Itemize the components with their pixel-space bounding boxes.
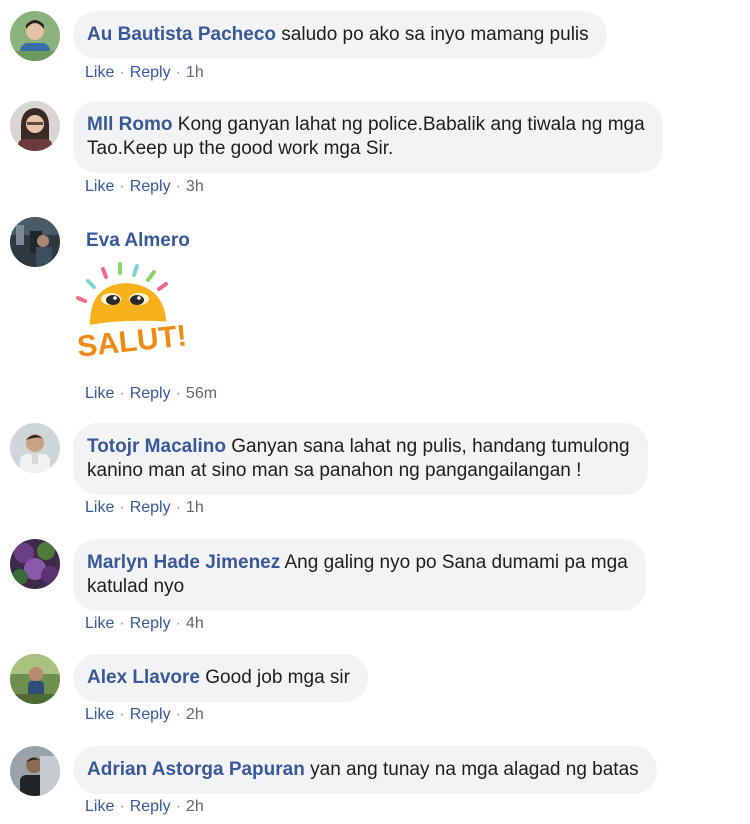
comment-text-line-1: Ganyan sana lahat ng pulis, handang tumu… [231, 436, 630, 457]
avatar[interactable] [10, 539, 60, 589]
like-button[interactable]: Like [85, 385, 114, 402]
avatar[interactable] [10, 654, 60, 704]
reply-button[interactable]: Reply [130, 615, 171, 632]
separator: · [175, 798, 181, 815]
commenter-name[interactable]: Marlyn Hade Jimenez [87, 552, 280, 573]
comment-text-line-2: kanino man at sino man sa panahon ng pan… [87, 460, 582, 481]
reply-button[interactable]: Reply [130, 798, 171, 815]
like-button[interactable]: Like [85, 64, 114, 81]
reply-button[interactable]: Reply [130, 178, 171, 195]
comment-bubble: Adrian Astorga Papuran yan ang tunay na … [73, 746, 657, 794]
commenter-name[interactable]: Au Bautista Pacheco [87, 24, 276, 45]
like-button[interactable]: Like [85, 798, 114, 815]
comment-time[interactable]: 4h [186, 615, 204, 632]
commenter-name[interactable]: Adrian Astorga Papuran [87, 759, 305, 780]
comment-text-line-2: Tao.Keep up the good work mga Sir. [87, 138, 394, 159]
like-button[interactable]: Like [85, 615, 114, 632]
separator: · [119, 798, 125, 815]
comment-actions: Like · Reply · 2h [85, 705, 204, 725]
separator: · [175, 499, 181, 516]
like-button[interactable]: Like [85, 178, 114, 195]
comment-text: yan ang tunay na mga alagad ng batas [310, 759, 639, 780]
comment-bubble: Totojr Macalino Ganyan sana lahat ng pul… [73, 423, 648, 495]
reply-button[interactable]: Reply [130, 706, 171, 723]
comment-bubble: Mll Romo Kong ganyan lahat ng police.Bab… [73, 101, 663, 173]
comment-text-line-2: katulad nyo [87, 576, 185, 597]
sticker[interactable]: SALUT! [76, 261, 192, 373]
comment-bubble: Marlyn Hade Jimenez Ang galing nyo po Sa… [73, 539, 646, 611]
comment-time[interactable]: 2h [186, 798, 204, 815]
comment-text-line-1: Ang galing nyo po Sana dumami pa mga [284, 552, 628, 573]
avatar[interactable] [10, 101, 60, 151]
like-button[interactable]: Like [85, 499, 114, 516]
separator: · [119, 178, 125, 195]
comment-actions: Like · Reply · 2h [85, 797, 204, 817]
like-button[interactable]: Like [85, 706, 114, 723]
reply-button[interactable]: Reply [130, 499, 171, 516]
commenter-name[interactable]: Mll Romo [87, 114, 173, 135]
comment-time[interactable]: 2h [186, 706, 204, 723]
commenter-name[interactable]: Alex Llavore [87, 667, 200, 688]
separator: · [175, 64, 181, 81]
comment-time[interactable]: 1h [186, 499, 204, 516]
comment-text-line-1: Kong ganyan lahat ng police.Babalik ang … [177, 114, 645, 135]
separator: · [119, 64, 125, 81]
comment-bubble: Au Bautista Pacheco saludo po ako sa iny… [73, 11, 607, 59]
separator: · [175, 706, 181, 723]
separator: · [175, 178, 181, 195]
commenter-name-plain: Eva Almero [86, 229, 190, 253]
separator: · [119, 706, 125, 723]
comment-actions: Like · Reply · 1h [85, 498, 204, 518]
separator: · [119, 499, 125, 516]
separator: · [175, 615, 181, 632]
avatar[interactable] [10, 11, 60, 61]
comment-actions: Like · Reply · 4h [85, 614, 204, 634]
comment-actions: Like · Reply · 56m [85, 384, 217, 404]
comment-time[interactable]: 3h [186, 178, 204, 195]
separator: · [119, 385, 125, 402]
reply-button[interactable]: Reply [130, 385, 171, 402]
comment-text: Good job mga sir [205, 667, 350, 688]
comment-bubble: Alex Llavore Good job mga sir [73, 654, 368, 702]
avatar[interactable] [10, 217, 60, 267]
commenter-name[interactable]: Eva Almero [86, 230, 190, 251]
comment-actions: Like · Reply · 1h [85, 63, 204, 83]
separator: · [119, 615, 125, 632]
commenter-name[interactable]: Totojr Macalino [87, 436, 226, 457]
comment-time[interactable]: 56m [186, 385, 217, 402]
comment-actions: Like · Reply · 3h [85, 177, 204, 197]
avatar[interactable] [10, 423, 60, 473]
separator: · [175, 385, 181, 402]
comment-time[interactable]: 1h [186, 64, 204, 81]
avatar[interactable] [10, 746, 60, 796]
comment-text: saludo po ako sa inyo mamang pulis [281, 24, 589, 45]
reply-button[interactable]: Reply [130, 64, 171, 81]
